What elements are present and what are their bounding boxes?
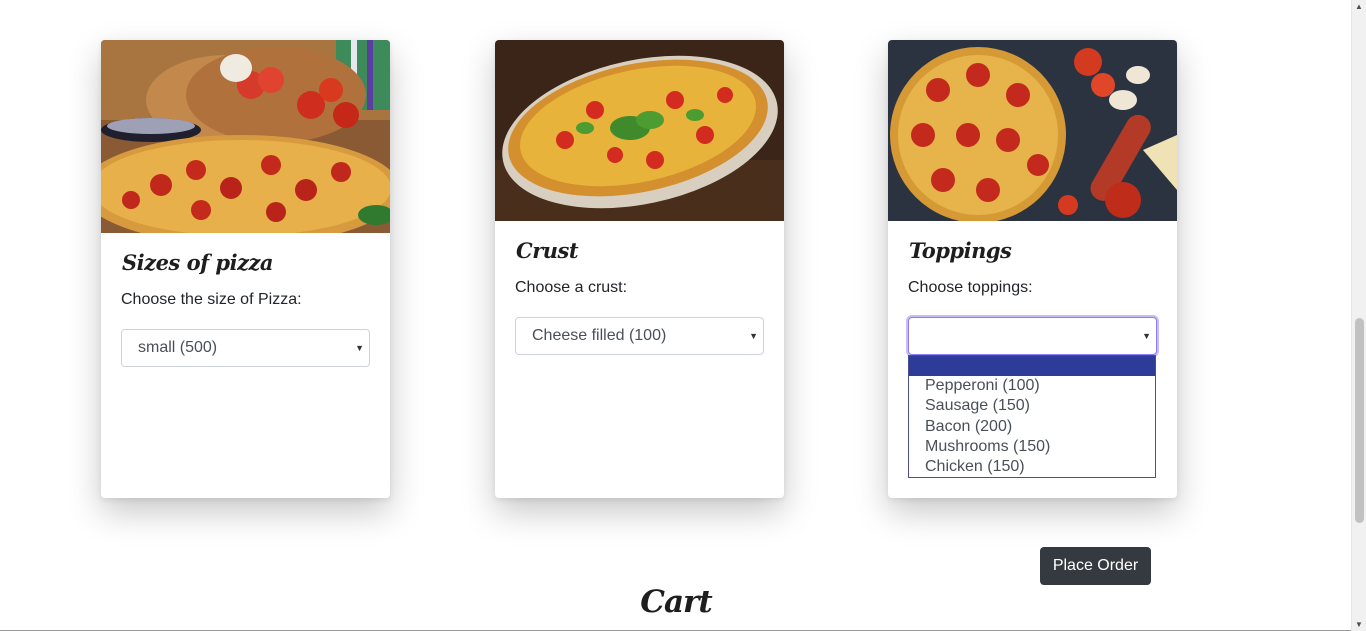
toppings-card-prompt: Choose toppings: (908, 279, 1033, 296)
toppings-option-empty[interactable] (909, 356, 1155, 376)
toppings-option-mushrooms[interactable]: Mushrooms (150) (909, 437, 1155, 457)
size-card: Sizes of pizza Choose the size of Pizza:… (101, 40, 390, 498)
cart-heading: Cart (640, 584, 712, 620)
crust-select-value: Cheese filled (100) (532, 327, 667, 344)
size-card-title: Sizes of pizza (122, 250, 274, 275)
size-card-image (101, 40, 390, 233)
toppings-option-sausage[interactable]: Sausage (150) (909, 396, 1155, 416)
crust-card-title: Crust (516, 238, 579, 263)
crust-card-image (495, 40, 784, 221)
toppings-card-image (888, 40, 1177, 221)
pizza-photo-icon (101, 40, 390, 233)
toppings-card-title: Toppings (909, 238, 1012, 263)
chevron-down-icon: ▼ (1142, 331, 1151, 341)
place-order-button[interactable]: Place Order (1040, 547, 1151, 585)
scroll-up-icon[interactable]: ▲ (1355, 2, 1363, 11)
size-card-prompt: Choose the size of Pizza: (121, 291, 302, 308)
toppings-dropdown-list: Pepperoni (100) Sausage (150) Bacon (200… (908, 355, 1156, 478)
scrollbar-thumb[interactable] (1355, 318, 1364, 523)
toppings-select[interactable]: ▼ (908, 317, 1157, 355)
toppings-option-bacon[interactable]: Bacon (200) (909, 417, 1155, 437)
crust-select[interactable]: Cheese filled (100) ▼ (515, 317, 764, 355)
crust-card-prompt: Choose a crust: (515, 279, 628, 296)
size-select[interactable]: small (500) ▼ (121, 329, 370, 367)
crust-card: Crust Choose a crust: Cheese filled (100… (495, 40, 784, 498)
pizza-photo-icon (495, 40, 784, 221)
pizza-photo-icon (888, 40, 1177, 221)
vertical-scrollbar[interactable]: ▲ ▼ (1351, 0, 1366, 631)
size-select-value: small (500) (138, 339, 218, 356)
chevron-down-icon: ▼ (355, 343, 364, 353)
toppings-option-pepperoni[interactable]: Pepperoni (100) (909, 376, 1155, 396)
scroll-down-icon[interactable]: ▼ (1355, 620, 1363, 629)
chevron-down-icon: ▼ (749, 331, 758, 341)
toppings-option-chicken[interactable]: Chicken (150) (909, 457, 1155, 477)
